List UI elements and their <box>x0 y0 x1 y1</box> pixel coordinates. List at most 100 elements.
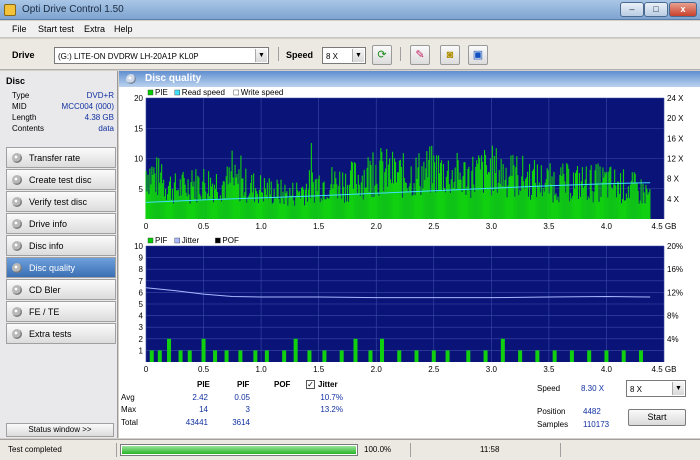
y2-tick-label: 20 X <box>667 114 684 123</box>
y-tick-label: 8 <box>139 265 144 274</box>
refresh-button[interactable]: ⟳ <box>372 45 392 65</box>
disc-info-row: Length 4.38 GB <box>12 113 114 124</box>
pif-bar <box>201 338 206 362</box>
speed-readout-label: Speed <box>537 384 561 393</box>
test-speed-value: 8 X <box>630 385 643 394</box>
toolbar-separator <box>400 47 401 61</box>
nav-fe-te[interactable]: FE / TE <box>6 301 116 322</box>
screenshot-button[interactable]: ◙ <box>440 45 460 65</box>
disc-icon <box>12 153 22 163</box>
save-button[interactable]: ▣ <box>468 45 488 65</box>
pif-bar <box>264 350 269 362</box>
y2-tick-label: 4 X <box>667 195 680 204</box>
pif-jitter-chart: 1 2 3 4 5 6 7 8 9 10 4% 8% 12% 16% 20% 0 0.5 1.0 1.5 2.0 2.5… <box>134 236 683 374</box>
pif-bar <box>322 350 327 362</box>
x-tick-label: 3.5 <box>543 365 555 374</box>
disc-icon <box>12 175 22 185</box>
menu-start-test[interactable]: Start test <box>38 24 74 34</box>
jitter-checkbox[interactable]: ✓ <box>306 380 315 389</box>
x-tick-label: 1.5 <box>313 365 325 374</box>
x-tick-label: 1.0 <box>256 365 268 374</box>
legend-swatch <box>147 237 154 244</box>
nav-disc-info[interactable]: Disc info <box>6 235 116 256</box>
y-tick-label: 7 <box>139 277 144 286</box>
x-tick-label: 1.0 <box>256 222 268 231</box>
pif-bar <box>569 350 574 362</box>
progress-text: 100.0% <box>364 445 392 454</box>
speed-select[interactable]: 8 X ▼ <box>322 47 366 64</box>
y-tick-label: 2 <box>139 335 144 344</box>
nav-drive-info[interactable]: Drive info <box>6 213 116 234</box>
x-tick-label: 3.0 <box>486 222 498 231</box>
pif-bar <box>379 338 384 362</box>
nav-disc-quality[interactable]: Disc quality <box>6 257 116 278</box>
pif-bar <box>353 338 358 362</box>
nav-label: CD Bler <box>29 285 61 295</box>
floppy-icon: ▣ <box>472 49 484 61</box>
nav-transfer-rate[interactable]: Transfer rate <box>6 147 116 168</box>
camera-icon: ◙ <box>446 49 454 61</box>
legend-swatch <box>147 89 154 96</box>
pif-bar <box>604 350 609 362</box>
status-text: Test completed <box>8 445 62 454</box>
check-icon: ✓ <box>307 380 314 389</box>
pif-bar <box>224 350 229 362</box>
erase-button[interactable]: ✎ <box>410 45 430 65</box>
title-bar: Opti Drive Control 1.50 – □ x <box>0 0 700 20</box>
pif-bar <box>187 350 192 362</box>
minimize-button[interactable]: – <box>620 2 644 17</box>
nav-verify-test-disc[interactable]: Verify test disc <box>6 191 116 212</box>
statusbar-separator <box>116 443 117 457</box>
nav-label: Drive info <box>29 219 68 229</box>
pif-bar <box>466 350 471 362</box>
chevron-down-icon: ▼ <box>352 49 364 62</box>
pif-bar <box>238 350 243 362</box>
x-tick-label: 0.5 <box>198 365 210 374</box>
nav-extra-tests[interactable]: Extra tests <box>6 323 116 344</box>
drive-select[interactable]: (G:) LITE-ON DVDRW LH-20A1P KL0P ▼ <box>54 47 269 64</box>
pif-bar <box>149 350 154 362</box>
panel-title: Disc quality <box>145 73 202 84</box>
y-tick-label: 6 <box>139 288 144 297</box>
test-speed-select[interactable]: 8 X ▼ <box>626 380 686 397</box>
x-tick-label: 3.5 <box>543 222 555 231</box>
legend-label: PIF <box>155 236 168 245</box>
stats-header-pif: PIF <box>237 380 250 389</box>
pif-bar <box>621 350 626 362</box>
y2-tick-label: 20% <box>667 242 683 251</box>
disc-heading: Disc <box>6 76 26 86</box>
pif-bar <box>414 350 419 362</box>
y-tick-label: 10 <box>134 155 143 164</box>
speed-readout-value: 8.30 X <box>581 384 605 393</box>
status-window-button[interactable]: Status window >> <box>6 423 114 437</box>
x-tick-label: 2.5 <box>428 222 440 231</box>
pif-bar <box>282 350 287 362</box>
stats-max-jitter: 13.2% <box>320 405 343 414</box>
pif-bar <box>167 338 172 362</box>
y-tick-label: 1 <box>139 346 144 355</box>
pif-bar <box>368 350 373 362</box>
y-tick-label: 20 <box>134 94 143 103</box>
x-tick-label: 0 <box>144 365 149 374</box>
close-button[interactable]: x <box>669 2 697 17</box>
maximize-button[interactable]: □ <box>644 2 668 17</box>
y2-tick-label: 4% <box>667 335 679 344</box>
speed-label: Speed <box>286 50 314 60</box>
nav-cd-bler[interactable]: CD Bler <box>6 279 116 300</box>
disc-icon <box>12 285 22 295</box>
pie-chart: 5 10 15 20 4 X 8 X 12 X 16 X 20 X 24 X 0 0.5 1.0 1.5 2… <box>134 88 684 231</box>
stats-avg-pie: 2.42 <box>192 393 208 402</box>
legend-label: Read speed <box>182 88 225 97</box>
x-tick-label: 4.0 <box>601 365 613 374</box>
speed-select-value: 8 X <box>326 52 339 61</box>
disc-icon <box>12 219 22 229</box>
menu-help[interactable]: Help <box>114 24 133 34</box>
chevron-down-icon: ▼ <box>255 49 267 62</box>
disc-info-key: Type <box>12 91 30 100</box>
menu-file[interactable]: File <box>12 24 27 34</box>
start-button[interactable]: Start <box>628 409 686 426</box>
nav-create-test-disc[interactable]: Create test disc <box>6 169 116 190</box>
x-tick-label: 1.5 <box>313 222 325 231</box>
menu-extra[interactable]: Extra <box>84 24 105 34</box>
pif-bar <box>339 350 344 362</box>
